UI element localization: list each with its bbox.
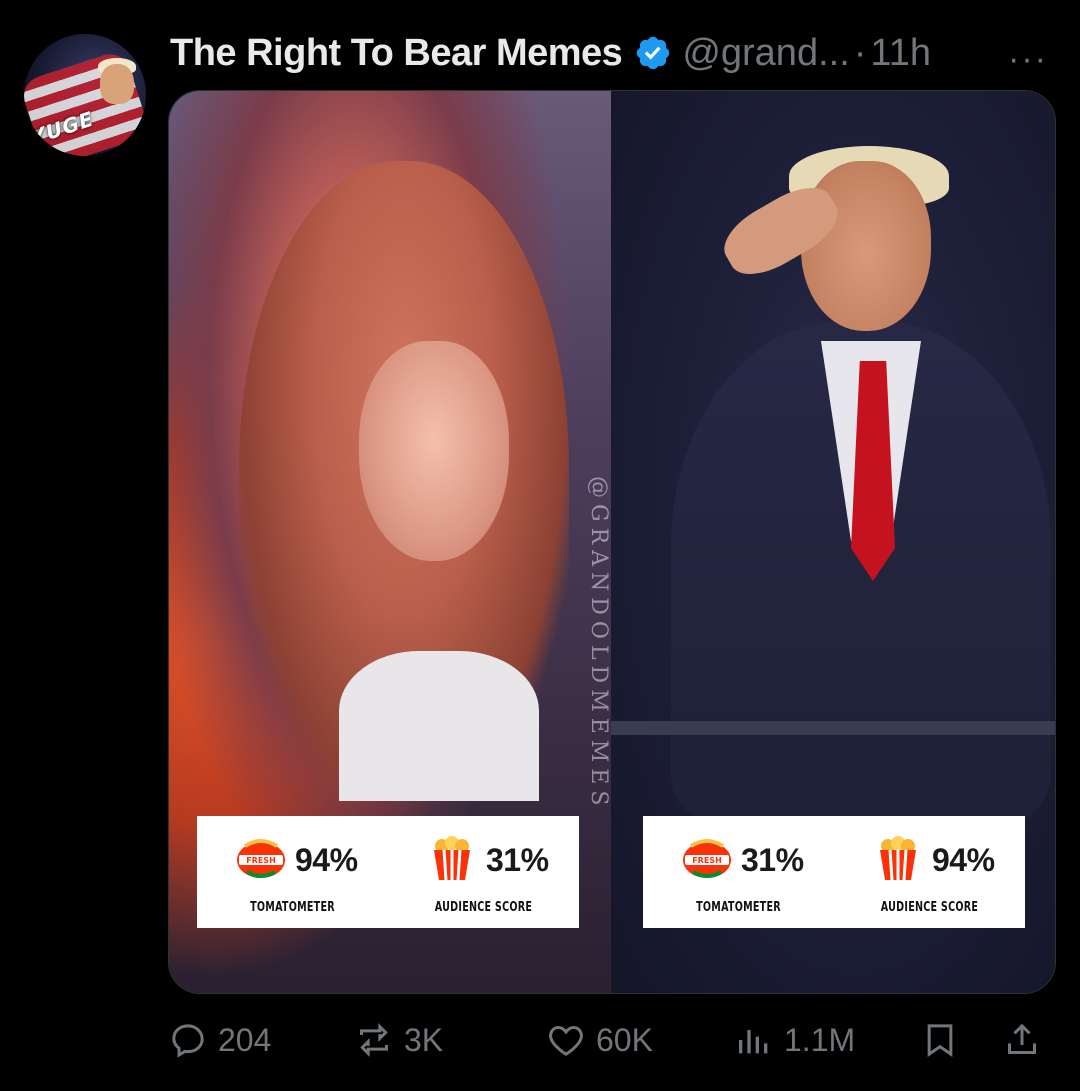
tomatometer-value: 31% (741, 842, 804, 878)
like-count: 60K (596, 1021, 653, 1058)
media-watermark: @GRANDOLDMEMES (586, 476, 611, 812)
views-button[interactable]: 1.1M (734, 1018, 855, 1062)
svg-text:FRESH: FRESH (692, 856, 722, 865)
audience-score: 31% AUDIENCE SCORE (388, 816, 579, 928)
audience-score-value: 31% (486, 842, 549, 878)
views-chart-icon (739, 1030, 768, 1054)
author-display-name[interactable]: The Right To Bear Memes (170, 32, 623, 75)
repost-button[interactable]: 3K (354, 1018, 443, 1062)
certified-fresh-icon: FRESH (237, 839, 285, 878)
tomatometer-score: FRESH 31% TOMATOMETER (643, 816, 834, 928)
left-panel-shirt-shape (339, 651, 539, 801)
heart-icon (549, 1025, 583, 1056)
avatar[interactable]: YUGE (24, 34, 146, 156)
tomatometer-value: 94% (295, 842, 358, 878)
right-panel-rail-shape (611, 721, 1055, 735)
post-header: The Right To Bear Memes @grand... · 11h (170, 28, 931, 78)
post-timestamp[interactable]: 11h (870, 32, 931, 75)
author-handle[interactable]: @grand... (682, 32, 849, 75)
bookmark-icon (927, 1024, 953, 1058)
repost-count: 3K (404, 1021, 444, 1058)
audience-score-label: AUDIENCE SCORE (434, 900, 533, 915)
audience-score: 94% AUDIENCE SCORE (834, 816, 1025, 928)
post-media-image[interactable]: @GRANDOLDMEMES FRESH 94% TOMATOMETER 31% (168, 90, 1056, 994)
avatar-head-shape (100, 64, 134, 104)
score-card-right: FRESH 31% TOMATOMETER 94% AUDIENCE SCORE (643, 816, 1025, 928)
like-button[interactable]: 60K (546, 1018, 653, 1062)
left-panel-face-shape (359, 341, 509, 561)
tomatometer-label: TOMATOMETER (696, 900, 781, 915)
audience-score-value: 94% (932, 842, 995, 878)
popcorn-icon (434, 836, 470, 880)
post-action-bar: 204 3K 60K 1.1M (168, 1010, 1054, 1070)
tomatometer-label: TOMATOMETER (250, 900, 335, 915)
right-panel-head-shape (801, 161, 931, 331)
share-button[interactable] (1002, 1018, 1042, 1062)
verified-badge-icon[interactable] (634, 34, 672, 72)
reply-icon (172, 1024, 204, 1058)
audience-score-label: AUDIENCE SCORE (880, 900, 979, 915)
repost-icon (360, 1023, 388, 1057)
share-icon (1008, 1023, 1036, 1054)
bookmark-button[interactable] (920, 1018, 960, 1062)
tomatometer-score: FRESH 94% TOMATOMETER (197, 816, 388, 928)
certified-fresh-icon: FRESH (683, 839, 731, 878)
views-count: 1.1M (784, 1021, 856, 1058)
svg-text:FRESH: FRESH (246, 856, 276, 865)
header-separator: · (853, 31, 867, 74)
reply-button[interactable]: 204 (168, 1018, 271, 1062)
popcorn-icon (880, 836, 916, 880)
reply-count: 204 (218, 1021, 272, 1058)
score-card-left: FRESH 94% TOMATOMETER 31% AUDIENCE SCORE (197, 816, 579, 928)
more-options-icon[interactable]: ··· (1008, 40, 1048, 79)
